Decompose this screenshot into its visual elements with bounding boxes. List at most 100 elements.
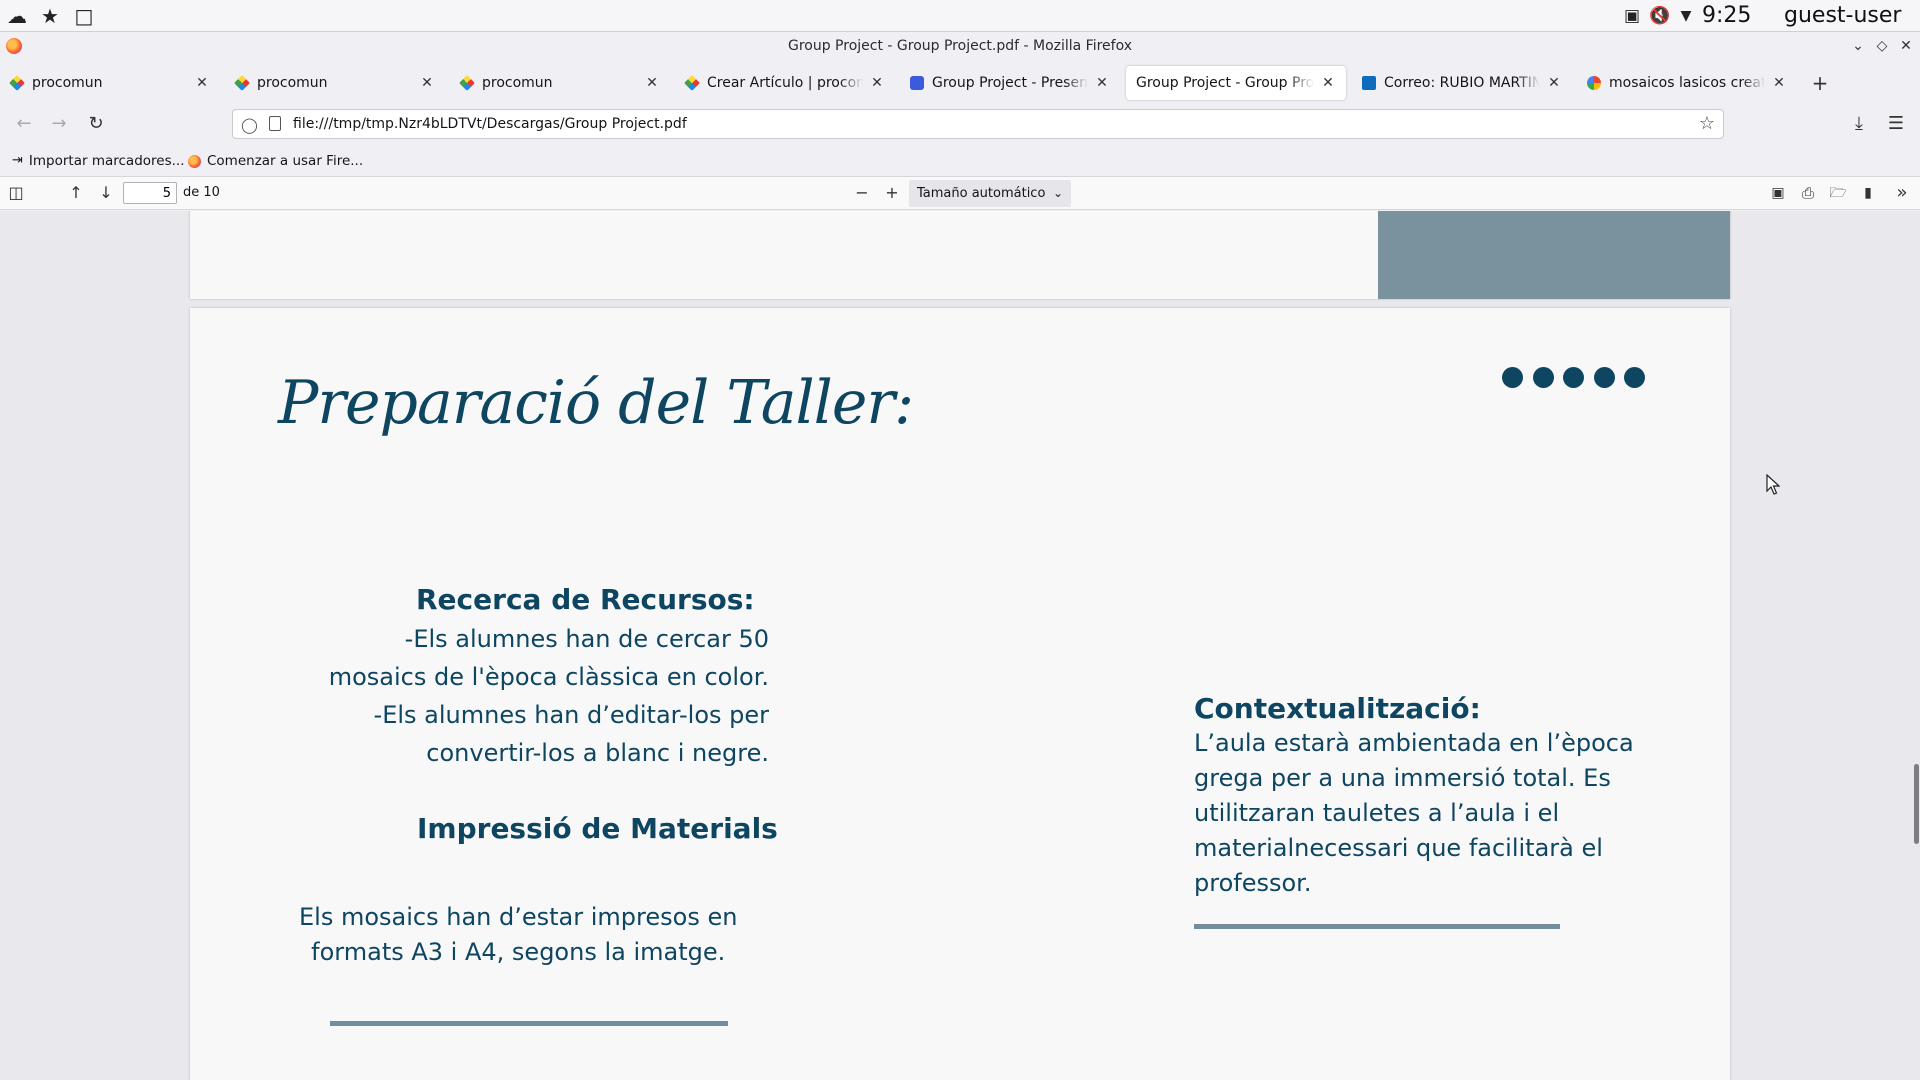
back-arrow-icon[interactable]: ← — [10, 106, 38, 142]
system-panel: ☁ ★ □ ▣ 🔇 ▼ 9:25 guest-user — [0, 0, 1920, 32]
zoom-select[interactable]: Tamaño automático ⌄ — [909, 180, 1071, 207]
slide-dot — [1593, 367, 1615, 388]
minimize-icon[interactable]: ⌄ — [1847, 33, 1869, 59]
bookmark-get-started[interactable]: Comenzar a usar Fire... — [188, 148, 363, 174]
maximize-icon[interactable]: ◇ — [1871, 33, 1893, 59]
bookmark-label: Importar marcadores... — [28, 153, 185, 169]
slide-color-block — [1378, 211, 1730, 299]
hamburger-menu-icon[interactable]: ☰ — [1882, 106, 1910, 142]
window-title: Group Project - Group Project.pdf - Mozi… — [787, 38, 1133, 54]
close-tab-icon[interactable]: ✕ — [1546, 75, 1562, 91]
contextualitzacio-line: professor. — [1194, 869, 1312, 897]
procomun-icon — [234, 75, 250, 91]
page-count-label: de 10 — [183, 185, 220, 200]
save-icon[interactable]: 🗁 — [1824, 177, 1852, 209]
tab-label: procomun — [482, 75, 553, 91]
contextualitzacio-line: L’aula estarà ambientada en l’època — [1194, 729, 1634, 757]
impressio-heading: Impressió de Materials — [417, 812, 778, 845]
sidebar-toggle-icon[interactable]: ◫ — [2, 177, 30, 209]
presentation-mode-icon[interactable]: ▣ — [1764, 177, 1792, 209]
print-icon[interactable]: ⎙ — [1794, 177, 1822, 209]
contextualitzacio-line: grega per a una immersió total. Es — [1194, 764, 1611, 792]
pdf-page-5: Preparació del Taller: Recerca de Recurs… — [190, 308, 1730, 1080]
recerca-line: -Els alumnes han d’editar-los per — [373, 701, 769, 729]
close-tab-icon[interactable]: ✕ — [1320, 75, 1336, 91]
user-menu[interactable]: guest-user — [1784, 0, 1901, 32]
bookmark-label: Comenzar a usar Fire... — [207, 153, 364, 169]
import-icon: ⇥ — [12, 153, 23, 168]
recerca-heading: Recerca de Recursos: — [416, 583, 755, 616]
tab-label: Crear Artículo | procomun — [707, 75, 863, 91]
contextualitzacio-heading: Contextualització: — [1194, 692, 1481, 725]
previous-page-icon[interactable]: ↑ — [62, 177, 90, 209]
tab-mosaicos[interactable]: mosaicos lasicos creative c ✕ — [1577, 64, 1797, 102]
zoom-select-value: Tamaño automático — [917, 186, 1046, 201]
forward-arrow-icon[interactable]: → — [45, 106, 73, 142]
recerca-text: -Els alumnes han de cercar 50 mosaics de… — [329, 620, 769, 772]
impressio-line: Els mosaics han d’estar impresos en — [299, 903, 738, 931]
chevron-down-icon: ⌄ — [1052, 186, 1063, 200]
shield-icon[interactable]: ◯ — [241, 116, 258, 134]
tab-group-project-pdf[interactable]: Group Project - Group Project ✕ — [1126, 66, 1346, 100]
contextualitzacio-line: materialnecessari que facilitarà el — [1194, 834, 1603, 862]
bookmark-icon[interactable]: ▮ — [1854, 177, 1882, 209]
app-menu-icon[interactable]: ☁ — [4, 0, 30, 32]
tab-procomun-1[interactable]: procomun ✕ — [0, 64, 220, 102]
divider-rule — [330, 1021, 728, 1026]
recerca-line: convertir-los a blanc i negre. — [426, 739, 769, 767]
pdf-viewer[interactable]: Preparació del Taller: Recerca de Recurs… — [0, 211, 1920, 1080]
procomun-icon — [684, 75, 700, 91]
tab-label: Group Project - Group Project — [1136, 75, 1314, 91]
next-page-icon[interactable]: ↓ — [92, 177, 120, 209]
bookmark-star-icon[interactable]: ☆ — [1699, 113, 1715, 134]
slide-dot — [1563, 367, 1584, 388]
presentation-app-icon — [910, 76, 924, 90]
close-tab-icon[interactable]: ✕ — [1094, 75, 1110, 91]
close-window-icon[interactable]: ✕ — [1895, 33, 1917, 59]
tab-label: mosaicos lasicos creative c — [1609, 75, 1765, 91]
tools-menu-icon[interactable]: » — [1888, 177, 1916, 209]
zoom-in-icon[interactable]: + — [878, 177, 906, 209]
page-number-input[interactable] — [123, 182, 177, 204]
slide-dot — [1502, 367, 1523, 388]
slide-title: Preparació del Taller: — [278, 368, 914, 438]
downloads-icon[interactable]: ⤓ — [1845, 106, 1873, 142]
show-desktop-icon[interactable]: □ — [72, 0, 96, 32]
url-text[interactable]: file:///tmp/tmp.Nzr4bLDTVt/Descargas/Gro… — [293, 110, 687, 138]
procomun-icon — [9, 75, 25, 91]
outlook-mail-icon — [1362, 76, 1376, 90]
tab-crear-articulo[interactable]: Crear Artículo | procomun ✕ — [675, 64, 895, 102]
new-tab-button[interactable]: + — [1808, 64, 1832, 102]
close-tab-icon[interactable]: ✕ — [419, 75, 435, 91]
tab-procomun-2[interactable]: procomun ✕ — [225, 64, 445, 102]
page-info-icon[interactable] — [269, 116, 281, 131]
contextualitzacio-text: L’aula estarà ambientada en l’època greg… — [1194, 726, 1634, 901]
procomun-icon — [459, 75, 475, 91]
tab-label: Group Project - Presentatio — [932, 75, 1088, 91]
close-tab-icon[interactable]: ✕ — [644, 75, 660, 91]
tab-label: procomun — [257, 75, 328, 91]
tab-label: Correo: RUBIO MARTINEZ, — [1384, 75, 1540, 91]
address-bar[interactable]: ◯ file:///tmp/tmp.Nzr4bLDTVt/Descargas/G… — [232, 109, 1724, 139]
recerca-line: -Els alumnes han de cercar 50 — [404, 625, 769, 653]
close-tab-icon[interactable]: ✕ — [869, 75, 885, 91]
tab-procomun-3[interactable]: procomun ✕ — [450, 64, 670, 102]
reload-icon[interactable]: ↻ — [82, 106, 110, 142]
slide-dot — [1532, 367, 1554, 388]
close-tab-icon[interactable]: ✕ — [1771, 75, 1787, 91]
clock[interactable]: 9:25 — [1702, 0, 1751, 32]
favorites-star-icon[interactable]: ★ — [38, 0, 62, 32]
tab-group-project-presentation[interactable]: Group Project - Presentatio ✕ — [900, 64, 1120, 102]
bookmark-import[interactable]: ⇥ Importar marcadores... — [12, 148, 185, 174]
impressio-text: Els mosaics han d’estar impresos en form… — [299, 900, 737, 970]
recerca-line: mosaics de l'època clàssica en color. — [328, 663, 769, 691]
scrollbar-thumb[interactable] — [1914, 764, 1919, 844]
zoom-out-icon[interactable]: − — [848, 177, 876, 209]
contextualitzacio-line: utilitzaran tauletes a l’aula i el — [1194, 799, 1560, 827]
tab-correo[interactable]: Correo: RUBIO MARTINEZ, ✕ — [1352, 64, 1572, 102]
close-tab-icon[interactable]: ✕ — [194, 75, 210, 91]
tray-dropdown-icon[interactable]: ▼ — [1676, 0, 1696, 32]
window-titlebar: Group Project - Group Project.pdf - Mozi… — [0, 33, 1920, 59]
volume-muted-icon[interactable]: 🔇 — [1648, 0, 1672, 32]
network-icon[interactable]: ▣ — [1620, 0, 1644, 32]
